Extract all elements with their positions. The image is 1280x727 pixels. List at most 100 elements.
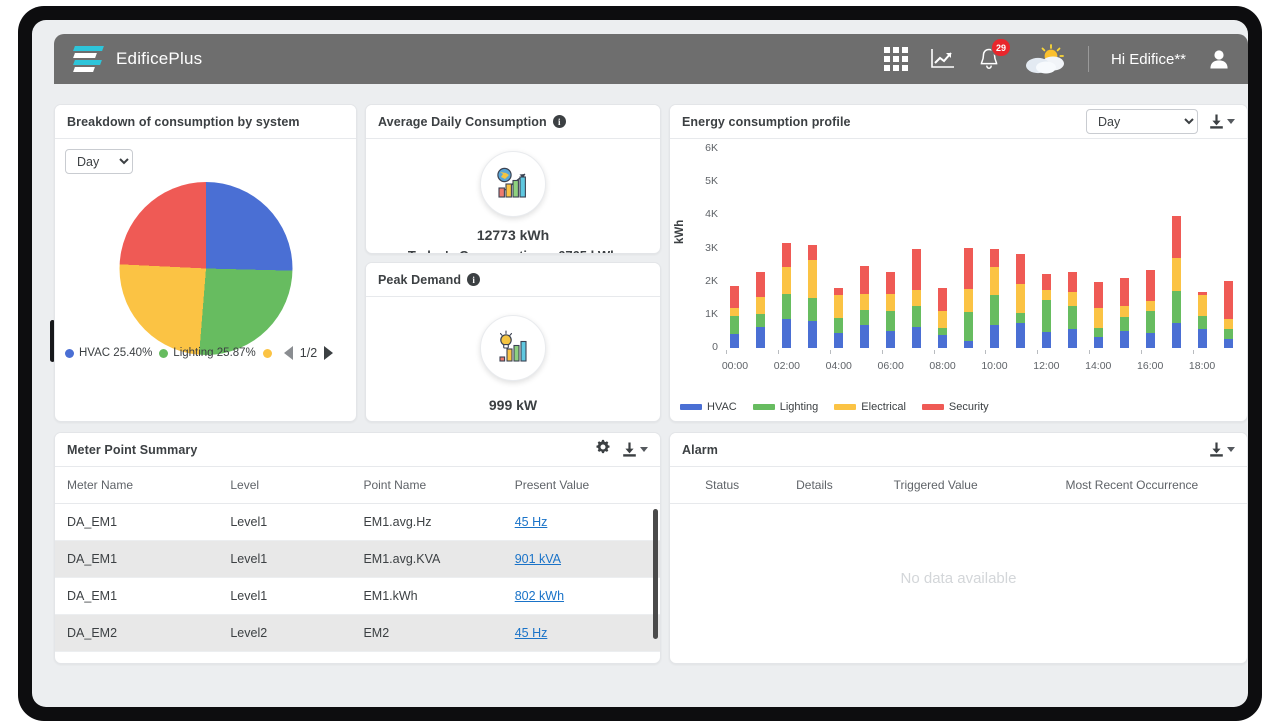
- chart-bar[interactable]: [808, 244, 818, 348]
- bar-segment-hvac: [1171, 322, 1181, 348]
- peak-demand-value: 999 kW: [488, 397, 538, 413]
- cell-meter: DA_EM1: [55, 540, 219, 578]
- bar-segment-electrical: [938, 310, 948, 329]
- download-icon[interactable]: [621, 441, 648, 458]
- column-header-meter-name[interactable]: Meter Name: [55, 467, 219, 504]
- bar-segment-electrical: [860, 293, 870, 310]
- bar-segment-security: [860, 266, 870, 294]
- cell-present-value: 901 kVA: [502, 540, 660, 578]
- column-header-point-name[interactable]: Point Name: [351, 467, 503, 504]
- chart-bar[interactable]: [782, 243, 792, 348]
- pie-chart[interactable]: [119, 182, 292, 355]
- chart-bar[interactable]: [1145, 270, 1155, 348]
- download-icon[interactable]: [1208, 441, 1235, 458]
- x-tick-mark: [1193, 350, 1195, 354]
- chart-bar[interactable]: [989, 248, 999, 348]
- chart-bar[interactable]: [1067, 272, 1077, 348]
- bar-segment-electrical: [964, 289, 974, 313]
- bar-segment-lighting: [1041, 300, 1051, 333]
- bar-segment-hvac: [1223, 339, 1233, 348]
- cell-level: Level1: [218, 540, 352, 578]
- chart-bar[interactable]: [1197, 291, 1207, 348]
- column-header-most-recent-occurrence[interactable]: Most Recent Occurrence: [1004, 467, 1247, 504]
- column-header-present-value[interactable]: Present Value: [502, 467, 660, 504]
- column-header-status[interactable]: Status: [670, 467, 763, 504]
- table-row[interactable]: DA_EM1 Level1 EM1.avg.KVA 901 kVA: [55, 540, 660, 578]
- chart-bar[interactable]: [1041, 273, 1051, 348]
- meter-table-scrollbar[interactable]: [653, 509, 658, 639]
- pie-period-wrap: DayWeekMonthYear: [55, 139, 356, 174]
- bar-segment-electrical: [886, 293, 896, 311]
- present-value-link[interactable]: 45 Hz: [515, 626, 548, 640]
- todays-consumption-row: Today's Consumption: 6765 kWh: [408, 248, 618, 253]
- bar-segment-lighting: [1145, 310, 1155, 334]
- chart-bar[interactable]: [1223, 281, 1233, 348]
- chart-bar[interactable]: [964, 247, 974, 348]
- table-row[interactable]: DA_EM1 Level1 EM1.kWh 802 kWh: [55, 577, 660, 615]
- column-header-triggered-value[interactable]: Triggered Value: [854, 467, 1005, 504]
- bar-segment-security: [782, 243, 792, 268]
- chart-legend-item-electrical[interactable]: Electrical: [834, 401, 906, 413]
- chart-bar[interactable]: [756, 272, 766, 348]
- chart-bar[interactable]: [1093, 282, 1103, 348]
- chart-bar[interactable]: [1015, 253, 1025, 348]
- chart-bar[interactable]: [886, 272, 896, 348]
- legend-next-button[interactable]: [324, 346, 334, 360]
- bar-segment-security: [756, 272, 766, 297]
- download-icon[interactable]: [1208, 113, 1235, 130]
- column-header-level[interactable]: Level: [218, 467, 352, 504]
- chart-bar[interactable]: [1119, 278, 1129, 348]
- analytics-chart-icon[interactable]: [930, 47, 956, 71]
- profile-period-select[interactable]: DayWeekMonthYear: [1086, 109, 1198, 134]
- bar-segment-lighting: [989, 294, 999, 325]
- present-value-link[interactable]: 45 Hz: [515, 515, 548, 529]
- bar-segment-electrical: [1093, 307, 1103, 329]
- legend-label-hvac: HVAC: [707, 401, 737, 413]
- chart-bar[interactable]: [938, 288, 948, 348]
- card-consumption-breakdown: Breakdown of consumption by system DayWe…: [54, 104, 357, 422]
- present-value-link[interactable]: 802 kWh: [515, 589, 564, 603]
- legend-swatch-electrical: [834, 404, 857, 410]
- bar-segment-electrical: [1119, 306, 1129, 317]
- apps-grid-icon[interactable]: [883, 47, 908, 71]
- kpi-body: 999 kW: [366, 297, 660, 413]
- y-tick-3K: 3K: [705, 241, 718, 254]
- bar-segment-hvac: [756, 327, 766, 348]
- chart-legend-item-security[interactable]: Security: [921, 401, 989, 413]
- bar-segment-electrical: [834, 294, 844, 319]
- chart-bar[interactable]: [860, 266, 870, 348]
- pie-chart-area: HVAC 25.40% Lighting 25.87% 1/2: [55, 174, 356, 370]
- info-icon[interactable]: i: [552, 115, 566, 128]
- brand-logo[interactable]: EdificePlus: [73, 45, 202, 73]
- x-tick-label-00:00: 00:00: [721, 360, 749, 372]
- device-frame: EdificePlus 29 Hi Edifice** Breakdown of…: [18, 6, 1262, 721]
- table-row[interactable]: DA_EM2 Level2 EM2 45 Hz: [55, 614, 660, 652]
- user-avatar-icon[interactable]: [1208, 47, 1230, 71]
- x-tick-label-10:00: 10:00: [981, 360, 1008, 372]
- cell-meter: DA_EM2: [55, 614, 219, 652]
- x-tick-mark: [933, 350, 935, 354]
- chart-bar[interactable]: [912, 249, 922, 348]
- chart-legend-item-hvac[interactable]: HVAC: [680, 401, 737, 413]
- info-icon[interactable]: i: [467, 273, 481, 286]
- legend-label-lighting: Lighting 25.87%: [173, 347, 256, 359]
- bar-segment-security: [1015, 253, 1025, 284]
- pie-period-select[interactable]: DayWeekMonthYear: [65, 149, 133, 174]
- chart-legend-item-lighting[interactable]: Lighting: [752, 401, 818, 413]
- bar-segment-hvac: [886, 330, 896, 348]
- legend-item-hvac: HVAC 25.40%: [65, 347, 152, 359]
- legend-prev-button[interactable]: [283, 346, 293, 360]
- weather-partly-cloudy-icon[interactable]: [1022, 43, 1066, 75]
- chart-bar[interactable]: [730, 285, 740, 348]
- todays-consumption-label: Today's Consumption:: [408, 248, 547, 253]
- chart-bar[interactable]: [1171, 216, 1181, 348]
- chart-bar[interactable]: [834, 288, 844, 348]
- gear-icon[interactable]: [595, 439, 611, 460]
- globe-bar-chart-icon: [480, 151, 546, 217]
- present-value-link[interactable]: 901 kVA: [515, 552, 561, 566]
- column-header-details[interactable]: Details: [762, 467, 855, 504]
- x-tick-label-08:00: 08:00: [929, 360, 956, 372]
- table-row[interactable]: DA_EM1 Level1 EM1.avg.Hz 45 Hz: [55, 503, 660, 541]
- bell-icon[interactable]: 29: [978, 38, 1011, 71]
- cell-present-value: 45 Hz: [502, 503, 660, 541]
